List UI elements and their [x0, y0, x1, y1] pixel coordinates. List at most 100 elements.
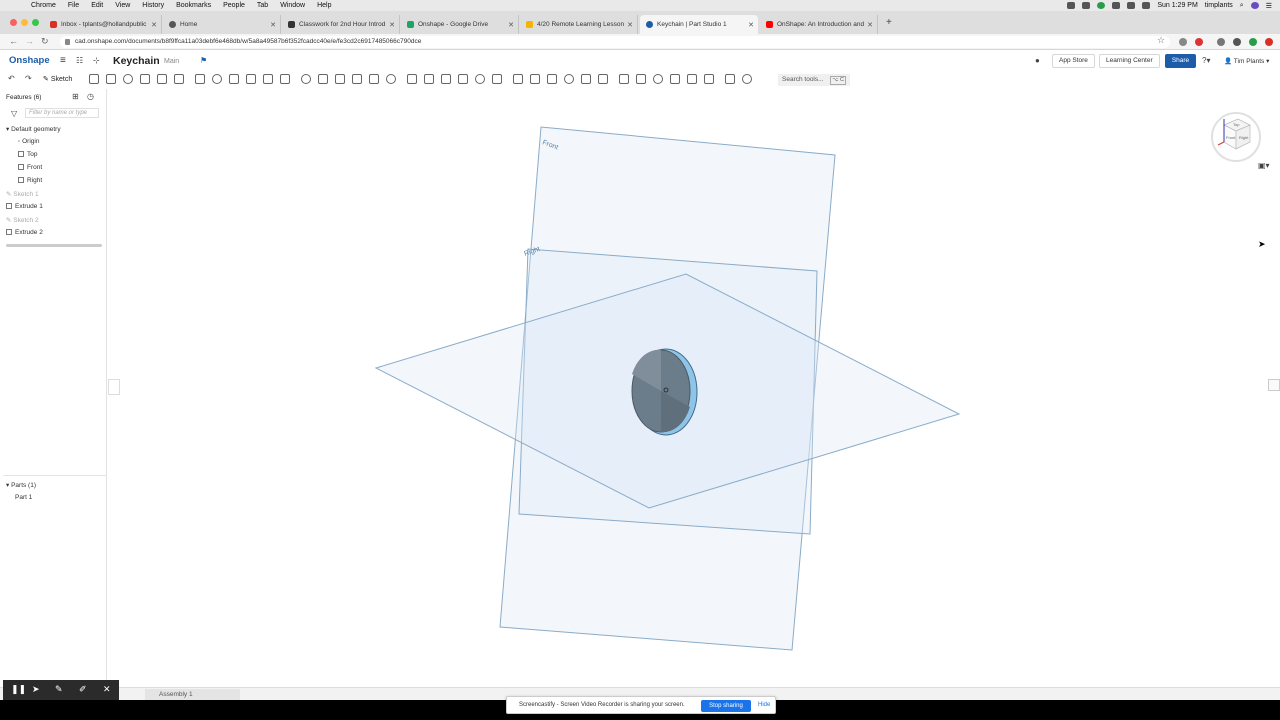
filter-icon[interactable]: ▽	[11, 109, 17, 118]
rib-icon[interactable]	[301, 74, 311, 84]
hem-icon[interactable]	[547, 74, 557, 84]
unfold-icon[interactable]	[598, 74, 608, 84]
revolve-icon[interactable]	[174, 74, 184, 84]
delete-part-icon[interactable]	[475, 74, 485, 84]
parts-header[interactable]: ▾ Parts (1)	[6, 481, 36, 489]
circle-icon[interactable]	[106, 74, 116, 84]
modify-fillet-icon[interactable]	[492, 74, 502, 84]
status-icon[interactable]	[1097, 2, 1106, 9]
menu-file[interactable]: File	[68, 2, 79, 9]
part-item[interactable]: Part 1	[15, 494, 32, 501]
hole-icon[interactable]	[335, 74, 345, 84]
help-icon[interactable]: ?▾	[1202, 56, 1210, 65]
spotlight-icon[interactable]: ⌕	[1240, 2, 1244, 10]
extension-icon[interactable]	[1233, 38, 1241, 46]
feature-right-plane[interactable]: Right	[18, 177, 42, 184]
pattern-icon[interactable]	[407, 74, 417, 84]
app-store-button[interactable]: App Store	[1052, 54, 1095, 68]
mac-user[interactable]: timplants	[1205, 2, 1233, 9]
learning-center-button[interactable]: Learning Center	[1099, 54, 1160, 68]
pointer-icon[interactable]: ➤	[32, 684, 40, 695]
tab-gmail[interactable]: Inbox - tplants@hollandpublic ✕	[44, 15, 162, 34]
tab-assembly-1[interactable]: Assembly 1	[145, 689, 240, 700]
right-panel-icon[interactable]	[1268, 379, 1280, 391]
menu-history[interactable]: History	[142, 2, 164, 9]
shell-icon[interactable]	[318, 74, 328, 84]
explode-icon[interactable]	[725, 74, 735, 84]
sketch-button[interactable]: ✎ Sketch	[43, 75, 72, 83]
zoom-window-button[interactable]	[32, 19, 39, 26]
measure-icon[interactable]	[619, 74, 629, 84]
wifi-icon[interactable]	[1112, 2, 1121, 9]
forward-icon[interactable]: →	[25, 36, 34, 46]
menu-tab[interactable]: Tab	[257, 2, 268, 9]
close-icon[interactable]: ✕	[389, 21, 395, 29]
close-icon[interactable]: ✕	[627, 21, 633, 29]
close-icon[interactable]: ✕	[103, 684, 111, 695]
close-icon[interactable]: ✕	[748, 21, 754, 29]
close-icon[interactable]: ✕	[867, 21, 873, 29]
render-icon[interactable]	[687, 74, 697, 84]
status-icon[interactable]	[1082, 2, 1091, 9]
mirror-icon[interactable]	[386, 74, 396, 84]
transform-icon[interactable]	[458, 74, 468, 84]
extension-icon[interactable]	[1179, 38, 1187, 46]
version-graph-icon[interactable]: ⚑	[200, 56, 207, 65]
tab-keychain[interactable]: Keychain | Part Studio 1 ✕	[640, 15, 758, 34]
minimize-window-button[interactable]	[21, 19, 28, 26]
plane-icon[interactable]	[369, 74, 379, 84]
bookmark-star-icon[interactable]: ☆	[1157, 35, 1165, 46]
feature-list-icon[interactable]: ☷	[76, 56, 83, 65]
share-button[interactable]: Share	[1165, 54, 1196, 68]
close-icon[interactable]: ✕	[508, 21, 514, 29]
user-menu[interactable]: 👤 Tim Plants ▾	[1224, 57, 1269, 65]
features-header[interactable]: Features (6)	[6, 94, 41, 101]
split-icon[interactable]	[441, 74, 451, 84]
status-icon[interactable]	[1067, 2, 1076, 9]
menu-bookmarks[interactable]: Bookmarks	[176, 2, 211, 9]
graphics-area[interactable]: Front Right Front Right Top ▣▾ ➤	[108, 89, 1280, 687]
view-options-icon[interactable]: ▣▾	[1258, 161, 1270, 170]
helix-icon[interactable]	[352, 74, 362, 84]
feature-top-plane[interactable]: Top	[18, 151, 37, 158]
menu-help[interactable]: Help	[317, 2, 331, 9]
fillet-icon[interactable]	[246, 74, 256, 84]
model-scene[interactable]: Front Right	[108, 89, 1280, 687]
url-field[interactable]: cad.onshape.com/documents/b8f9ffca11a03d…	[60, 36, 1170, 48]
tab-lesson[interactable]: 4/20 Remote Learning Lesson ✕	[520, 15, 638, 34]
panel-toggle-icon[interactable]	[108, 379, 120, 395]
thicken-icon[interactable]	[229, 74, 239, 84]
feature-sketch-1[interactable]: ✎ Sketch 1	[6, 190, 39, 198]
line-icon[interactable]	[89, 74, 99, 84]
tab-icon[interactable]	[564, 74, 574, 84]
feature-sketch-2[interactable]: ✎ Sketch 2	[6, 216, 39, 224]
sweep-icon[interactable]	[195, 74, 205, 84]
pen-icon[interactable]: ✎	[55, 684, 63, 695]
new-tab-button[interactable]: +	[886, 17, 892, 28]
cube-icon[interactable]	[742, 74, 752, 84]
menu-view[interactable]: View	[115, 2, 130, 9]
menu-edit[interactable]: Edit	[91, 2, 103, 9]
onshape-logo[interactable]: Onshape	[9, 55, 50, 66]
screencastify-icon[interactable]	[1195, 38, 1203, 46]
section-icon[interactable]	[653, 74, 663, 84]
notification-center-icon[interactable]: ☰	[1266, 2, 1272, 10]
pause-icon[interactable]: ❚❚	[11, 684, 26, 695]
default-geometry-folder[interactable]: ▾ Default geometry	[6, 125, 61, 133]
siri-icon[interactable]	[1250, 2, 1259, 9]
battery-icon[interactable]	[1142, 2, 1151, 9]
stop-sharing-button[interactable]: Stop sharing	[701, 700, 751, 712]
search-tools-input[interactable]: Search tools... ⌥ C	[778, 74, 850, 86]
variable-icon[interactable]	[636, 74, 646, 84]
sheet-metal-icon[interactable]	[513, 74, 523, 84]
appearance-icon[interactable]	[704, 74, 714, 84]
draft-icon[interactable]	[280, 74, 290, 84]
add-folder-icon[interactable]: ⊞	[72, 92, 79, 101]
close-icon[interactable]: ✕	[151, 21, 157, 29]
highlighter-icon[interactable]: ✐	[79, 684, 87, 695]
feature-extrude-2[interactable]: Extrude 2	[6, 229, 43, 236]
menu-chrome[interactable]: Chrome	[31, 2, 56, 9]
close-window-button[interactable]	[10, 19, 17, 26]
bend-icon[interactable]	[581, 74, 591, 84]
flange-icon[interactable]	[530, 74, 540, 84]
